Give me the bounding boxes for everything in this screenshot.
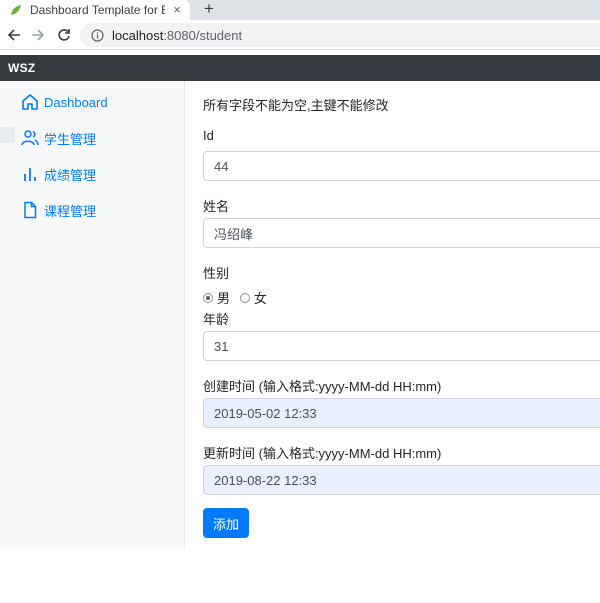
- users-icon: [20, 128, 40, 148]
- forward-icon[interactable]: [28, 25, 48, 45]
- url-host: localhost: [112, 27, 164, 43]
- new-tab-button[interactable]: +: [200, 0, 218, 20]
- scroll-indicator: [0, 127, 15, 143]
- reload-icon[interactable]: [54, 25, 74, 45]
- gender-radio-group: 男 女: [203, 288, 277, 307]
- created-time-field[interactable]: 2019-05-02 12:33: [203, 398, 600, 428]
- id-field[interactable]: 44: [203, 151, 600, 181]
- gender-radio-female[interactable]: [240, 292, 251, 303]
- age-field[interactable]: 31: [203, 331, 600, 361]
- created-time-label: 创建时间 (输入格式:yyyy-MM-dd HH:mm): [203, 379, 442, 394]
- top-navbar: WSZ: [0, 55, 600, 81]
- id-label: Id: [203, 128, 214, 143]
- updated-time-label: 更新时间 (输入格式:yyyy-MM-dd HH:mm): [203, 446, 442, 461]
- gender-label: 性别: [203, 266, 230, 281]
- age-label: 年龄: [203, 312, 230, 327]
- form-notice: 所有字段不能为空,主键不能修改: [203, 98, 389, 113]
- gender-option-label[interactable]: 男: [217, 288, 230, 307]
- leaf-icon: [10, 4, 22, 16]
- name-label: 姓名: [203, 199, 230, 214]
- home-icon: [20, 92, 40, 112]
- student-form: 所有字段不能为空,主键不能修改 Id 44 姓名 冯绍峰 性别 男 女 年龄 3…: [185, 81, 600, 550]
- navbar-brand[interactable]: WSZ: [8, 61, 36, 75]
- sidebar-item-courses[interactable]: 课程管理: [20, 197, 96, 223]
- gender-radio-male[interactable]: [203, 292, 213, 303]
- back-icon[interactable]: [4, 25, 24, 45]
- browser-tab-title: Dashboard Template for Bootstrap: [30, 3, 165, 17]
- sidebar-item-students[interactable]: 学生管理: [20, 125, 96, 151]
- sidebar-item-label: Dashboard: [44, 94, 108, 110]
- bar-chart-icon: [20, 164, 40, 184]
- sidebar-item-grades[interactable]: 成绩管理: [20, 161, 96, 187]
- file-icon: [20, 200, 40, 220]
- sidebar-item-label: 学生管理: [44, 131, 97, 147]
- info-icon[interactable]: [90, 28, 104, 42]
- sidebar-item-label: 课程管理: [44, 203, 97, 219]
- gender-option-label[interactable]: 女: [254, 288, 267, 307]
- sidebar-item-label: 成绩管理: [44, 167, 97, 183]
- updated-time-field[interactable]: 2019-08-22 12:33: [203, 465, 600, 495]
- close-tab-icon[interactable]: ×: [170, 2, 184, 17]
- browser-tab-strip: Dashboard Template for Bootstrap × +: [0, 0, 600, 20]
- browser-toolbar: localhost:8080/student: [0, 20, 600, 50]
- browser-tab[interactable]: Dashboard Template for Bootstrap ×: [0, 0, 190, 20]
- name-field[interactable]: 冯绍峰: [203, 218, 600, 248]
- url-path: :8080/student: [163, 27, 243, 43]
- sidebar-item-dashboard[interactable]: Dashboard: [20, 89, 108, 115]
- add-button[interactable]: 添加: [203, 508, 249, 538]
- sidebar: Dashboard 学生管理 成绩管理 课程管理: [0, 81, 185, 550]
- address-bar[interactable]: localhost:8080/student: [80, 23, 600, 47]
